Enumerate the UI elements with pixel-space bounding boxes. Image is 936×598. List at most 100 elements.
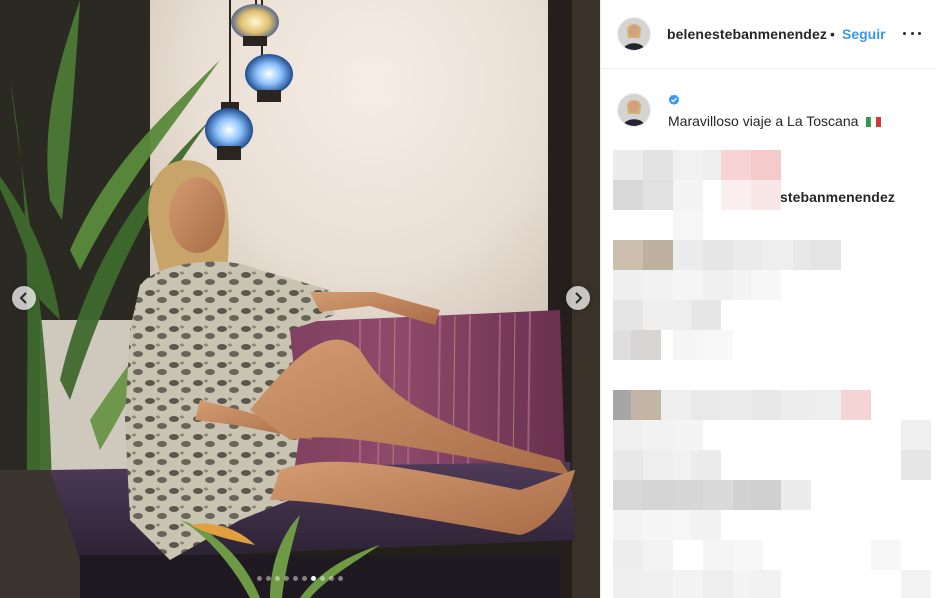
caption-text: Maravilloso viaje a La Toscana [668,113,882,129]
pixel-block [733,240,763,270]
carousel-dot [338,576,343,581]
carousel-indicator [257,576,343,581]
carousel-dot [275,576,280,581]
carousel-dot [284,576,289,581]
more-options-icon[interactable] [903,24,921,42]
pixel-block [841,390,871,420]
carousel-dot [266,576,271,581]
pixel-block [871,540,901,570]
avatar[interactable] [618,18,650,50]
instagram-post-viewer: belenestebanmenendez • Seguir belenesteb… [0,0,936,598]
pixel-block [703,330,733,360]
pixel-block [781,390,811,420]
pixel-block [901,570,931,598]
pixel-block [901,450,931,480]
carousel-dot [320,576,325,581]
pixel-block [643,510,673,540]
pixel-block [811,240,841,270]
pixel-block [643,240,673,270]
carousel-dot [302,576,307,581]
pixel-block [703,240,733,270]
pixel-block [703,540,733,570]
post-photo[interactable] [0,0,600,598]
pixel-block [751,480,781,510]
separator-bullet: • [830,26,835,42]
carousel-dot [329,576,334,581]
pixel-block [631,390,661,420]
carousel-dot-active [311,576,316,581]
pixel-block [721,390,751,420]
caption-user: belenestebanmenendez [668,94,895,205]
pixel-block [643,180,673,210]
pixel-block [751,270,781,300]
pixel-block [901,420,931,450]
next-slide-button[interactable] [566,286,590,310]
caption-avatar[interactable] [618,94,650,126]
pixel-block [691,510,721,540]
photo-image [0,0,600,598]
pixel-block [631,330,661,360]
pixel-block [673,570,703,598]
post-header: belenestebanmenendez • Seguir [601,0,936,69]
header-username[interactable]: belenestebanmenendez [667,26,827,42]
avatar-image [618,94,650,126]
pixel-block [703,270,733,300]
pixel-block [643,540,673,570]
avatar-image [618,18,650,50]
caption-text-content: Maravilloso viaje a La Toscana [668,113,859,129]
pixel-block [613,150,643,180]
pixel-block [673,210,703,240]
pixel-block [691,390,721,420]
carousel-dot [257,576,262,581]
pixel-block [763,240,793,270]
pixel-block [751,150,781,180]
pixel-block [613,240,643,270]
post-side-panel: belenestebanmenendez • Seguir belenesteb… [600,0,936,598]
pixel-block [613,540,643,570]
carousel-dot [293,576,298,581]
pixel-block [613,270,643,300]
pixel-block [673,180,703,210]
pixel-block [661,390,691,420]
pixel-block [673,330,703,360]
pixel-block [811,390,841,420]
pixel-block [643,480,673,510]
pixel-block [613,300,643,330]
pixel-block [613,450,643,480]
pixel-block [721,150,751,180]
pixel-block [691,300,721,330]
comments-list-obscured [601,140,936,598]
pixel-block [643,300,673,330]
pixel-block [691,450,721,480]
pixel-block [613,480,643,510]
pixel-block [643,420,673,450]
follow-button[interactable]: Seguir [842,26,886,42]
pixel-block [751,570,781,598]
pixel-block [643,450,673,480]
pixel-block [613,180,643,210]
pixel-block [643,270,673,300]
pixel-block [673,420,703,450]
italy-flag-icon [866,117,882,127]
pixel-block [721,180,751,210]
pixel-block [751,180,781,210]
verified-badge-icon [668,94,680,105]
pixel-block [703,570,733,598]
pixel-block [751,390,781,420]
pixel-block [673,150,703,180]
pixel-block [673,480,703,510]
pixel-block [703,480,733,510]
chevron-right-icon [575,292,583,304]
pixel-block [613,420,643,450]
pixel-block [643,570,673,598]
chevron-left-icon [19,292,27,304]
pixel-block [733,540,763,570]
pixel-block [781,480,811,510]
post-caption: belenestebanmenendez Maravilloso viaje a… [601,69,936,205]
pixel-block [673,240,703,270]
pixel-block [613,570,643,598]
previous-slide-button[interactable] [12,286,36,310]
pixel-block [673,270,703,300]
pixel-block [643,150,673,180]
pixel-block [613,510,643,540]
